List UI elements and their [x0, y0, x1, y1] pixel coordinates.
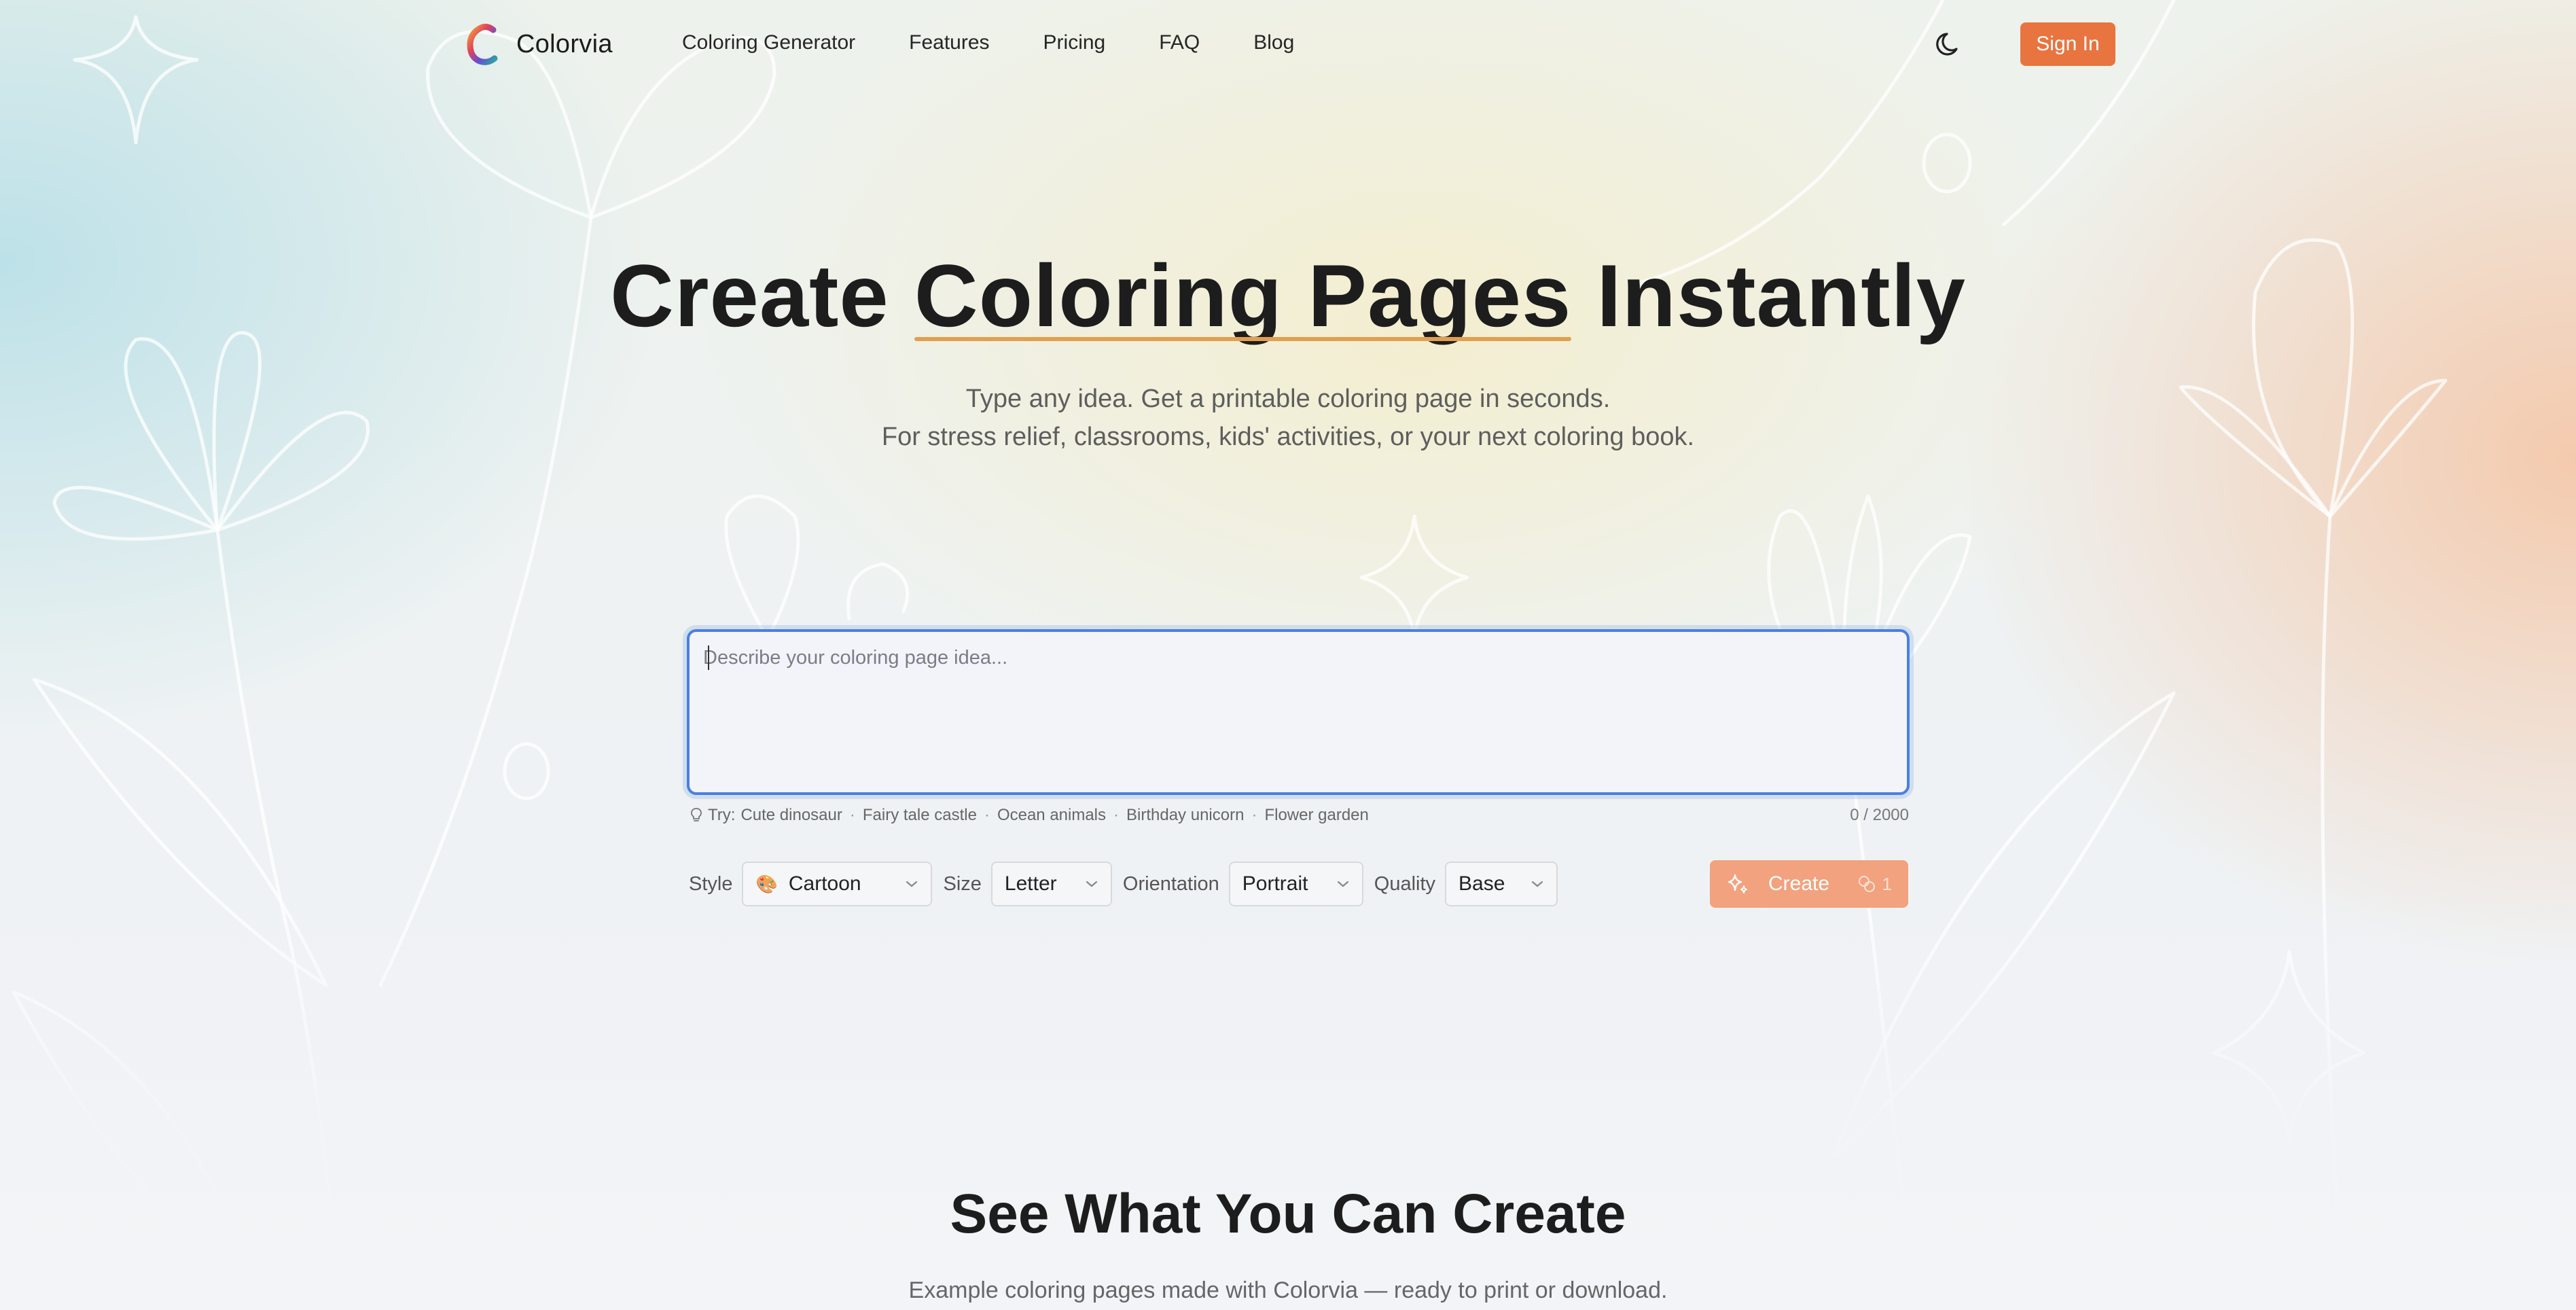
try-label: Try: — [708, 806, 736, 824]
style-value: Cartoon — [788, 872, 861, 895]
credit-cost: 1 — [1857, 874, 1892, 895]
hero-title-end: Instantly — [1571, 246, 1966, 345]
lightbulb-icon — [691, 808, 702, 821]
suggestion-ocean-animals[interactable]: Ocean animals — [997, 806, 1106, 825]
create-button[interactable]: Create 1 — [1710, 860, 1908, 908]
suggestion-cute-dinosaur[interactable]: Cute dinosaur — [740, 806, 842, 825]
separator-dot: · — [849, 806, 855, 824]
chevron-down-icon — [1531, 881, 1543, 887]
credit-count: 1 — [1882, 873, 1892, 894]
orientation-label: Orientation — [1122, 872, 1219, 895]
suggestion-birthday-unicorn[interactable]: Birthday unicorn — [1126, 806, 1244, 825]
separator-dot: · — [1251, 806, 1257, 824]
style-label: Style — [689, 872, 733, 895]
orientation-value: Portrait — [1242, 872, 1308, 895]
character-counter: 0 / 2000 — [1850, 806, 1909, 824]
prompt-box — [687, 629, 1910, 795]
nav-link-coloring-generator[interactable]: Coloring Generator — [682, 31, 855, 54]
hero-title-start: Create — [610, 246, 914, 345]
nav-link-features[interactable]: Features — [909, 31, 989, 54]
nav-links: Coloring Generator Features Pricing FAQ … — [682, 31, 1348, 54]
chevron-down-icon — [1337, 881, 1348, 887]
brand-logo[interactable]: Colorvia — [466, 23, 613, 65]
top-navigation: Colorvia Coloring Generator Features Pri… — [0, 0, 2576, 88]
text-caret — [708, 645, 709, 670]
examples-title: See What You Can Create — [950, 1183, 1626, 1245]
moon-icon[interactable] — [1933, 29, 1965, 60]
style-select[interactable]: 🎨 Cartoon — [742, 862, 933, 906]
quality-select[interactable]: Base — [1445, 862, 1558, 906]
options-row: Style 🎨 Cartoon Size Letter Orientation … — [689, 860, 1569, 908]
quality-value: Base — [1459, 872, 1505, 895]
colorvia-logo-icon — [467, 23, 498, 65]
separator-dot: · — [1113, 806, 1120, 824]
chevron-down-icon — [1086, 881, 1098, 887]
nav-link-blog[interactable]: Blog — [1253, 31, 1294, 54]
separator-dot: · — [984, 806, 990, 824]
sparkle-icon — [1728, 874, 1747, 893]
hero-title-highlight: Coloring Pages — [914, 246, 1572, 345]
nav-link-pricing[interactable]: Pricing — [1043, 31, 1106, 54]
examples-subtitle: Example coloring pages made with Colorvi… — [908, 1277, 1668, 1303]
coins-icon — [1858, 876, 1875, 892]
create-label: Create — [1768, 872, 1830, 895]
size-value: Letter — [1004, 872, 1057, 895]
size-label: Size — [943, 872, 982, 895]
prompt-textarea[interactable] — [703, 647, 1892, 776]
orientation-select[interactable]: Portrait — [1228, 862, 1363, 906]
hero-subtitle-line1: Type any idea. Get a printable coloring … — [965, 385, 1611, 413]
suggestion-row: Try: Cute dinosaur · Fairy tale castle ·… — [690, 806, 1369, 825]
quality-label: Quality — [1374, 872, 1436, 895]
size-select[interactable]: Letter — [990, 862, 1112, 906]
chevron-down-icon — [906, 881, 918, 887]
hero-title: Create Coloring Pages Instantly — [0, 245, 2576, 347]
sign-in-button[interactable]: Sign In — [2020, 22, 2115, 66]
suggestion-fairy-tale-castle[interactable]: Fairy tale castle — [863, 806, 977, 825]
palette-icon: 🎨 — [755, 873, 778, 894]
nav-link-faq[interactable]: FAQ — [1159, 31, 1200, 54]
suggestion-flower-garden[interactable]: Flower garden — [1264, 806, 1368, 825]
hero-subtitle-line2: For stress relief, classrooms, kids' act… — [881, 423, 1695, 451]
brand-name: Colorvia — [516, 29, 613, 58]
